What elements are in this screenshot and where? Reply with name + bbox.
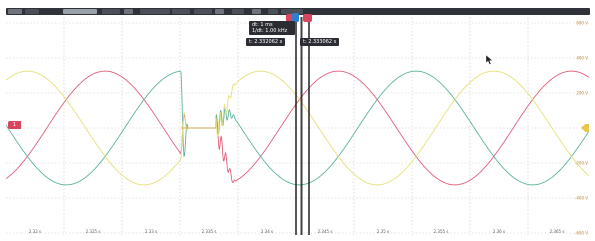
channel-select[interactable]	[172, 9, 190, 14]
time-tick-label: 2.325 s	[86, 229, 101, 234]
time-tick-label: 2.345 s	[318, 229, 333, 234]
trigger-source-button[interactable]	[124, 9, 133, 14]
cursor-button[interactable]	[252, 9, 261, 14]
cursor-delta-readout: dt: 1 ms 1/dt: 1.00 kHz	[249, 21, 295, 35]
trigger-mode-button[interactable]	[102, 9, 120, 14]
voltage-tick-label: 600 V	[576, 21, 588, 26]
voltage-tick-label: 400 V	[576, 56, 588, 61]
voltage-tick-label: -600 V	[575, 231, 588, 236]
sample-rate-selector[interactable]	[140, 9, 170, 14]
zoom-button[interactable]	[215, 9, 224, 14]
coupling-select[interactable]	[194, 9, 212, 14]
time-tick-label: 2.335 s	[202, 229, 217, 234]
voltage-tick-label: -400 V	[575, 196, 588, 201]
timebase-selector[interactable]	[63, 9, 97, 14]
math-button[interactable]	[268, 9, 278, 14]
cursor-lines[interactable]	[295, 17, 310, 235]
voltage-tick-label: 200 V	[576, 91, 588, 96]
grid	[6, 17, 589, 235]
channel-offset-marker[interactable]: 1	[8, 121, 21, 129]
single-button[interactable]	[25, 9, 39, 14]
mouse-pointer-icon	[486, 55, 493, 65]
time-tick-label: 2.355 s	[434, 229, 449, 234]
time-tick-label: 2.35 s	[377, 229, 389, 234]
oscilloscope-window: 2.32 s 2.325 s 2.33 s 2.335 s 2.34 s 2.345 s 2…	[0, 0, 595, 241]
voltage-tick-label: -200 V	[575, 161, 588, 166]
cursor-2-time-readout: t: 2.333062 s	[300, 38, 340, 46]
run-stop-button[interactable]	[8, 9, 22, 14]
time-tick-label: 2.36 s	[493, 229, 505, 234]
waveform-display[interactable]: 2.32 s 2.325 s 2.33 s 2.335 s 2.34 s 2.345 s 2…	[6, 17, 589, 235]
time-tick-label: 2.34 s	[261, 229, 273, 234]
time-tick-label: 2.365 s	[550, 229, 565, 234]
delta-frequency-text: 1/dt: 1.00 kHz	[252, 28, 288, 34]
cursor-2-handle[interactable]	[303, 14, 312, 22]
measure-button[interactable]	[232, 9, 244, 14]
cursor-1-time-readout: t: 2.332062 s	[246, 38, 286, 46]
time-tick-label: 2.33 s	[145, 229, 157, 234]
time-tick-label: 2.32 s	[29, 229, 41, 234]
scope-plot: 2.32 s 2.325 s 2.33 s 2.335 s 2.34 s 2.345 s 2…	[6, 17, 589, 235]
